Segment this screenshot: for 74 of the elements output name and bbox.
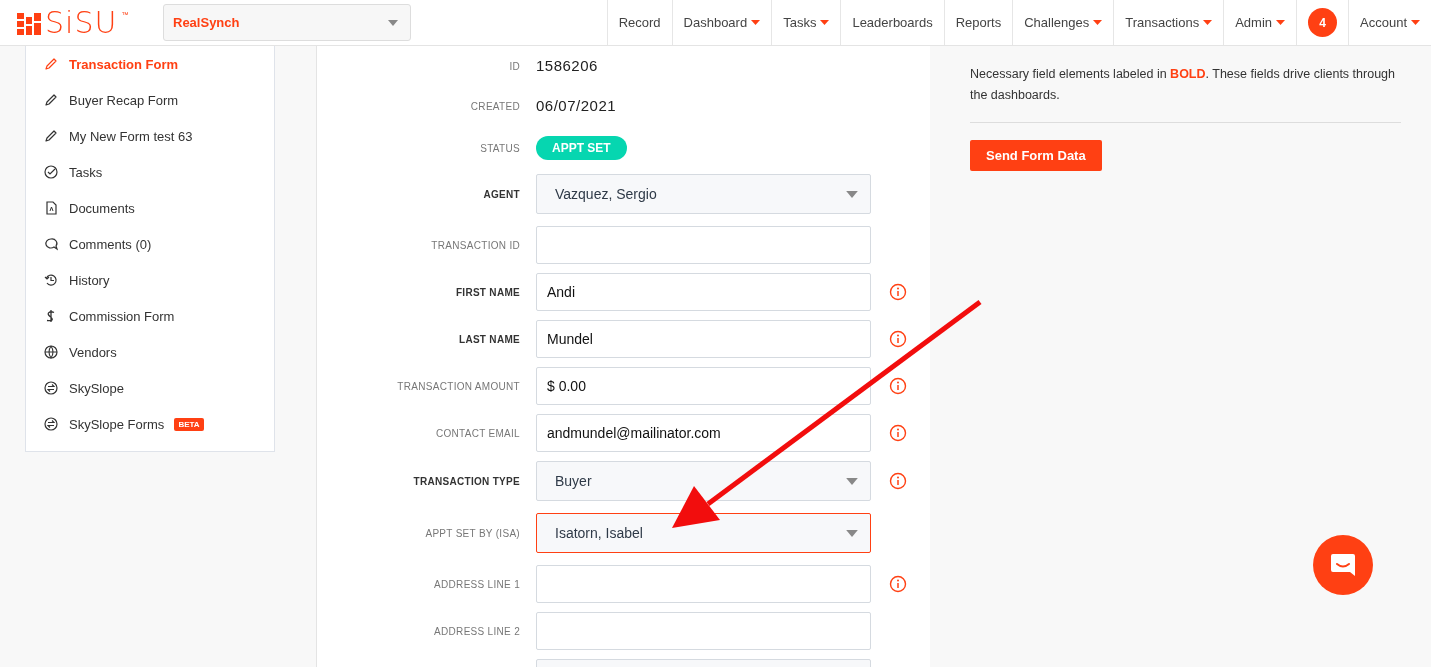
nav-menu-item[interactable]: Record (606, 0, 672, 45)
field-label: CONTACT EMAIL (435, 427, 520, 439)
chat-icon (1329, 552, 1357, 578)
text-field[interactable]: $ 0.00 (536, 367, 871, 405)
sidebar-item[interactable]: History (26, 262, 274, 298)
field-label: ID (509, 60, 520, 72)
sidebar-item[interactable]: Comments (0) (26, 226, 274, 262)
field-label: AGENT (483, 188, 520, 200)
history-icon (43, 272, 59, 288)
field-label: TRANSACTION TYPE (413, 475, 520, 487)
text-field[interactable]: Mundel (536, 320, 871, 358)
status-badge: APPT SET (536, 136, 627, 160)
select-field[interactable]: Vazquez, Sergio (536, 174, 871, 214)
sidebar-item[interactable]: Tasks (26, 154, 274, 190)
sidebar-item[interactable]: Documents (26, 190, 274, 226)
nav-menu-item[interactable]: Leaderboards (840, 0, 944, 45)
text-field[interactable] (536, 565, 871, 603)
speech-bubbles-icon (43, 236, 59, 252)
text-field[interactable] (536, 612, 871, 650)
sidebar-item[interactable]: SkySlope (26, 370, 274, 406)
pencil-icon (43, 128, 59, 144)
field-value: 06/07/2021 (536, 97, 617, 114)
field-label: CREATED (470, 100, 520, 112)
field-label: LAST NAME (458, 333, 520, 345)
caret-icon (846, 477, 858, 485)
text-field[interactable] (536, 226, 871, 264)
sidebar-item[interactable]: Commission Form (26, 298, 274, 334)
field-label: ADDRESS LINE 2 (434, 625, 520, 637)
nav-menu-item[interactable]: Reports (943, 0, 1013, 45)
dropdown-caret-icon (1276, 20, 1285, 25)
caret-icon (846, 529, 858, 537)
field-label: STATUS (480, 142, 520, 154)
nav-menu-item[interactable]: Tasks (771, 0, 841, 45)
field-label: FIRST NAME (455, 286, 520, 298)
dropdown-caret-icon (1411, 20, 1420, 25)
beta-badge: BETA (174, 417, 204, 431)
nav-menu-item[interactable]: Dashboard (671, 0, 772, 45)
globe-icon (43, 344, 59, 360)
sidebar-item[interactable]: Transaction Form (26, 46, 274, 82)
nav-menu-item[interactable]: Admin (1223, 0, 1296, 45)
field-label: ADDRESS LINE 1 (434, 578, 520, 590)
dropdown-caret-icon (751, 20, 761, 25)
field-label: TRANSACTION AMOUNT (397, 380, 520, 392)
caret-icon (846, 190, 858, 198)
select-field[interactable]: Isatorn, Isabel (536, 513, 871, 553)
dropdown-caret-icon (820, 20, 830, 25)
text-field[interactable]: andmundel@mailinator.com (536, 414, 871, 452)
caret-icon (388, 19, 398, 26)
sync-circle-icon (43, 416, 59, 432)
field-value: 1586206 (536, 57, 598, 74)
notification-badge[interactable]: 4 (1308, 8, 1337, 37)
field-label: APPT SET BY (ISA) (425, 527, 520, 539)
nav-menu-item[interactable]: Account (1348, 0, 1431, 45)
text-field[interactable]: Andi (536, 273, 871, 311)
dropdown-caret-icon (1203, 20, 1213, 25)
logo-mark-icon (17, 10, 41, 35)
sync-circle-icon (43, 380, 59, 396)
sidebar-item[interactable]: Buyer Recap Form (26, 82, 274, 118)
nav-menu-item[interactable]: Challenges (1012, 0, 1114, 45)
document-icon (43, 200, 59, 216)
nav-menu-item[interactable]: Transactions (1113, 0, 1224, 45)
sidebar-item[interactable]: Vendors (26, 334, 274, 370)
send-form-data-button[interactable]: Send Form Data (970, 140, 1102, 171)
dropdown-caret-icon (1093, 20, 1103, 25)
checkmark-circle-icon (43, 164, 59, 180)
select-field[interactable]: Buyer (536, 461, 871, 501)
pencil-icon (43, 56, 59, 72)
chat-button[interactable] (1313, 535, 1373, 595)
sidebar-item[interactable]: SkySlope Forms BETA (26, 406, 274, 442)
sidebar-item[interactable]: My New Form test 63 (26, 118, 274, 154)
help-text: Necessary field elements labeled in BOLD. These fields drive clients through the dashboards. (970, 66, 1396, 104)
pencil-icon (43, 92, 59, 108)
logo-text: SiSU (45, 7, 118, 38)
field-label: TRANSACTION ID (431, 239, 520, 251)
